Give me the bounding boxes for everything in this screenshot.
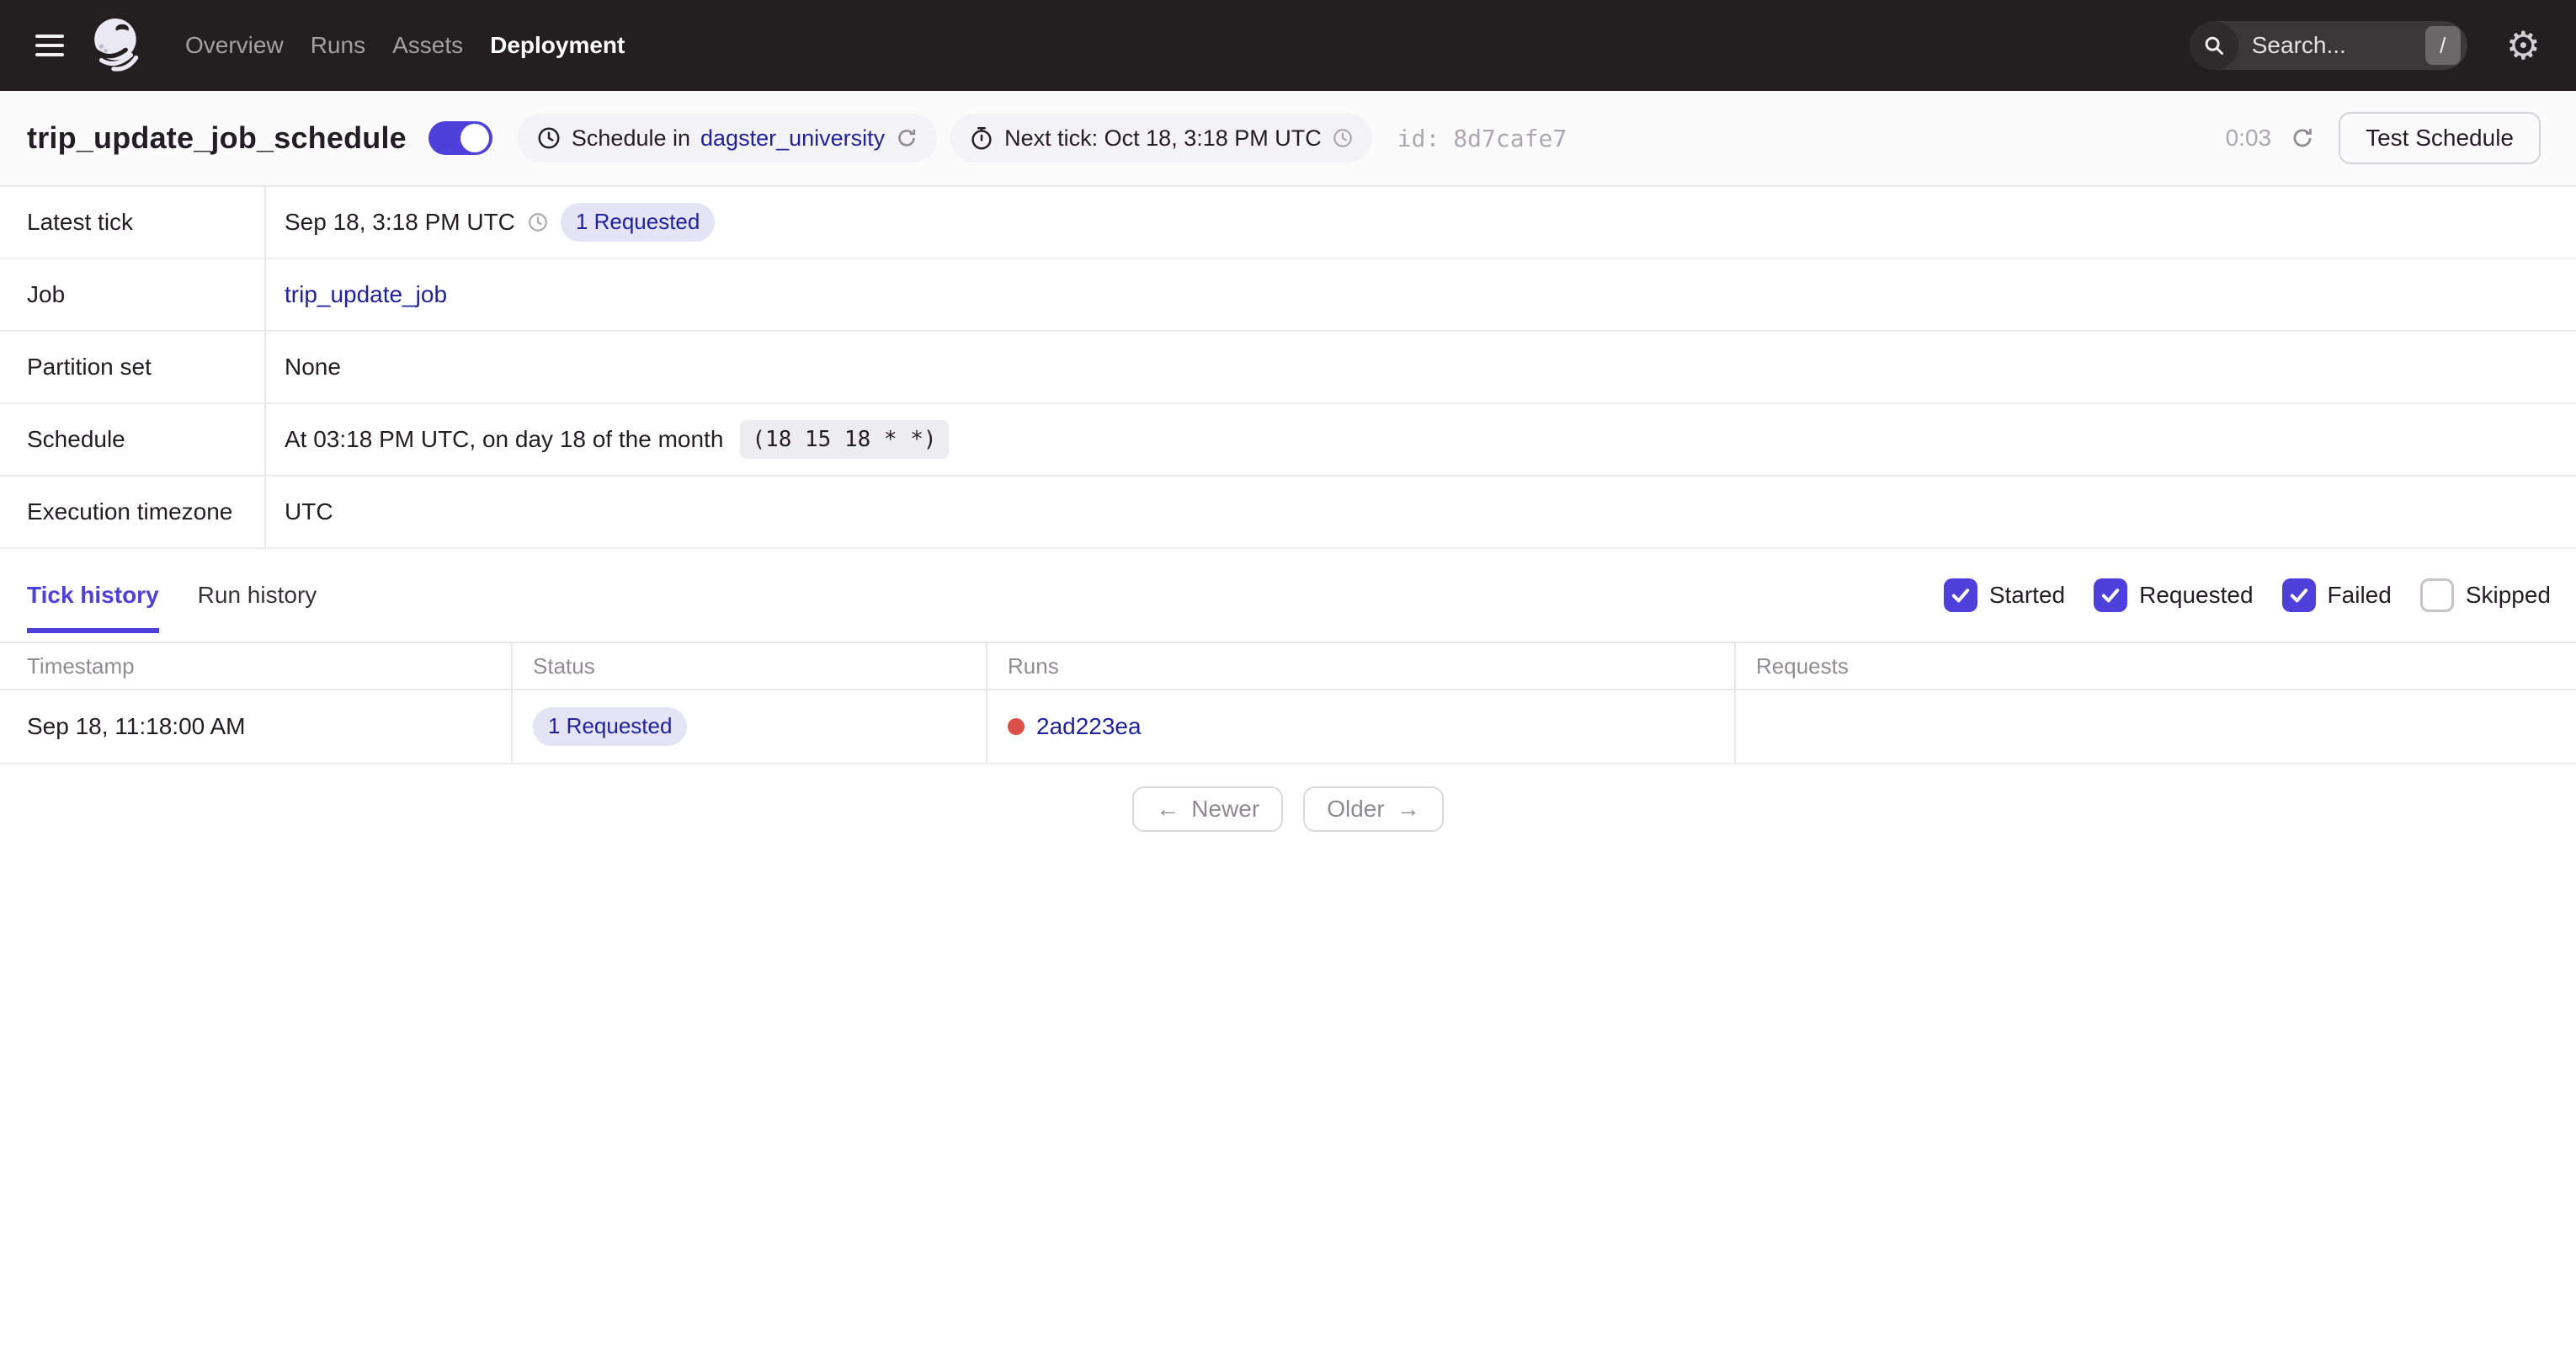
checkbox-checked-icon[interactable] <box>1943 578 1977 612</box>
schedule-description: At 03:18 PM UTC, on day 18 of the month <box>285 426 724 452</box>
tab-run-history[interactable]: Run history <box>198 549 317 642</box>
cron-expression: (18 15 18 * *) <box>740 420 949 459</box>
dagster-logo-icon[interactable] <box>89 18 145 73</box>
older-button[interactable]: Older → <box>1303 786 1444 832</box>
newer-label: Newer <box>1191 796 1260 822</box>
next-tick-text: Next tick: Oct 18, 3:18 PM UTC <box>1004 125 1322 151</box>
filter-started[interactable]: Started <box>1943 578 2066 612</box>
small-clock-icon <box>1333 129 1352 147</box>
tab-tick-history[interactable]: Tick history <box>27 549 159 642</box>
refresh-icon[interactable] <box>2290 125 2315 151</box>
schedule-id-label: id: <box>1397 124 1440 152</box>
tick-requests <box>1736 690 2576 763</box>
next-tick-tag: Next tick: Oct 18, 3:18 PM UTC <box>950 114 1372 162</box>
meta-label: Job <box>0 259 266 330</box>
small-clock-icon <box>529 213 547 232</box>
column-header-status: Status <box>513 643 987 689</box>
reload-location-icon[interactable] <box>895 126 918 150</box>
arrow-right-icon: → <box>1396 796 1420 822</box>
history-section: Tick history Run history Started Request… <box>0 549 2576 832</box>
partition-set-value: None <box>285 354 341 380</box>
page-header: trip_update_job_schedule Schedule in dag… <box>0 91 2576 187</box>
run-link[interactable]: 2ad223ea <box>1036 713 1142 740</box>
schedule-location-tag: Schedule in dagster_university <box>517 114 938 162</box>
job-link[interactable]: trip_update_job <box>285 281 447 308</box>
newer-button[interactable]: ← Newer <box>1132 786 1284 832</box>
filter-label: Started <box>1988 582 2066 608</box>
nav-item-deployment[interactable]: Deployment <box>490 32 625 59</box>
table-row: Sep 18, 11:18:00 AM 1 Requested 2ad223ea <box>0 690 2576 764</box>
filter-failed[interactable]: Failed <box>2281 578 2392 612</box>
status-filters: Started Requested Failed Skipped <box>1943 578 2551 612</box>
meta-row-schedule: Schedule At 03:18 PM UTC, on day 18 of t… <box>0 404 2576 477</box>
meta-label: Execution timezone <box>0 477 266 547</box>
filter-label: Requested <box>2139 582 2254 608</box>
nav-item-runs[interactable]: Runs <box>311 32 365 59</box>
tick-timestamp: Sep 18, 11:18:00 AM <box>0 690 513 763</box>
test-schedule-button[interactable]: Test Schedule <box>2339 112 2541 164</box>
arrow-left-icon: ← <box>1156 796 1180 822</box>
column-header-timestamp: Timestamp <box>0 643 513 689</box>
checkbox-checked-icon[interactable] <box>2094 578 2128 612</box>
search-input[interactable] <box>2251 32 2378 59</box>
schedule-id-value: 8d7cafe7 <box>1453 124 1567 152</box>
timezone-value: UTC <box>285 498 333 525</box>
run-failed-dot-icon <box>1008 718 1025 735</box>
meta-label: Latest tick <box>0 187 266 258</box>
nav-item-overview[interactable]: Overview <box>185 32 284 59</box>
hamburger-menu-icon[interactable] <box>35 35 64 56</box>
gear-icon[interactable]: ⚙ <box>2506 26 2541 65</box>
meta-row-execution-timezone: Execution timezone UTC <box>0 477 2576 549</box>
schedule-location-text: Schedule in <box>571 125 691 151</box>
meta-row-partition-set: Partition set None <box>0 332 2576 404</box>
history-tabs-bar: Tick history Run history Started Request… <box>0 549 2576 642</box>
tick-history-table: Timestamp Status Runs Requests Sep 18, 1… <box>0 642 2576 764</box>
refresh-countdown: 0:03 <box>2225 125 2272 151</box>
pagination: ← Newer Older → <box>0 786 2576 832</box>
older-label: Older <box>1327 796 1385 822</box>
schedule-details: Latest tick Sep 18, 3:18 PM UTC 1 Reques… <box>0 187 2576 549</box>
filter-label: Skipped <box>2465 582 2551 608</box>
meta-row-latest-tick: Latest tick Sep 18, 3:18 PM UTC 1 Reques… <box>0 187 2576 259</box>
nav-item-assets[interactable]: Assets <box>392 32 463 59</box>
search-box[interactable]: / <box>2189 21 2467 70</box>
primary-nav: Overview Runs Assets Deployment <box>185 32 625 59</box>
column-header-requests: Requests <box>1756 653 1849 679</box>
checkbox-unchecked-icon[interactable] <box>2419 578 2454 612</box>
code-location-link[interactable]: dagster_university <box>700 125 885 152</box>
latest-tick-timestamp: Sep 18, 3:18 PM UTC <box>285 209 515 235</box>
status-badge: 1 Requested <box>533 707 688 746</box>
filter-label: Failed <box>2327 582 2392 608</box>
filter-requested[interactable]: Requested <box>2094 578 2254 612</box>
schedule-id: id: 8d7cafe7 <box>1397 125 1567 152</box>
clock-icon <box>538 127 560 149</box>
search-icon <box>2189 21 2238 70</box>
checkbox-checked-icon[interactable] <box>2281 578 2316 612</box>
schedule-toggle[interactable] <box>428 121 492 155</box>
filter-skipped[interactable]: Skipped <box>2419 578 2551 612</box>
top-nav: Overview Runs Assets Deployment / ⚙ <box>0 0 2576 91</box>
stopwatch-icon <box>971 126 992 150</box>
table-header-row: Timestamp Status Runs Requests <box>0 643 2576 690</box>
meta-row-job: Job trip_update_job <box>0 259 2576 332</box>
search-shortcut-key: / <box>2424 26 2461 65</box>
column-header-runs: Runs <box>987 643 1736 689</box>
status-badge: 1 Requested <box>560 203 716 242</box>
meta-label: Partition set <box>0 332 266 402</box>
page-title: trip_update_job_schedule <box>27 120 407 155</box>
meta-label: Schedule <box>0 404 266 475</box>
